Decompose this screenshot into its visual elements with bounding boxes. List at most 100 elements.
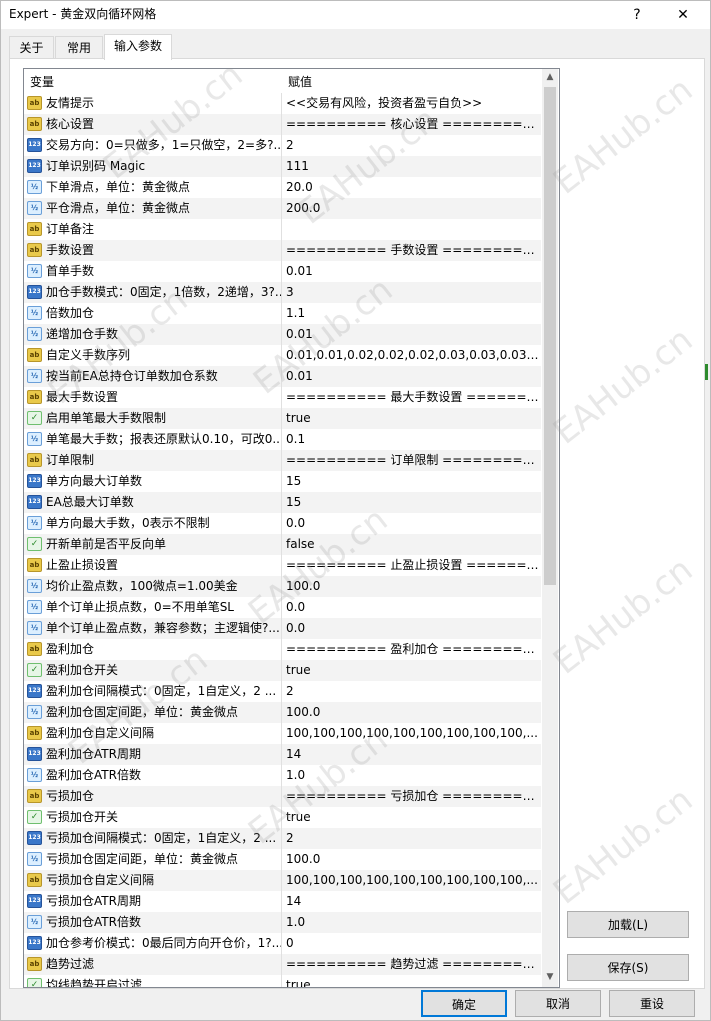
- table-row[interactable]: 123 加仓手数模式：0固定，1倍数，2递增，3?.. 3: [24, 282, 541, 303]
- table-row[interactable]: ✓ 亏损加仓开关 true: [24, 807, 541, 828]
- table-row[interactable]: ½ 盈利加仓ATR倍数 1.0: [24, 765, 541, 786]
- value-cell[interactable]: 0.0: [286, 513, 539, 534]
- cancel-button[interactable]: 取消: [515, 990, 601, 1017]
- value-cell[interactable]: true: [286, 807, 539, 828]
- tab-about[interactable]: 关于: [9, 36, 54, 59]
- load-button[interactable]: 加载(L): [567, 911, 689, 938]
- value-cell[interactable]: 111: [286, 156, 539, 177]
- value-cell[interactable]: 0.01: [286, 261, 539, 282]
- value-cell[interactable]: ========== 亏损加仓 ==========: [286, 786, 539, 807]
- value-cell[interactable]: 14: [286, 744, 539, 765]
- scroll-down-icon[interactable]: ▼: [542, 969, 558, 986]
- table-row[interactable]: 123 亏损加仓间隔模式：0固定，1自定义，2 ... 2: [24, 828, 541, 849]
- value-cell[interactable]: 1.1: [286, 303, 539, 324]
- value-cell[interactable]: 2: [286, 681, 539, 702]
- table-row[interactable]: ½ 盈利加仓固定间距，单位：黄金微点 100.0: [24, 702, 541, 723]
- close-button[interactable]: ✕: [663, 1, 703, 29]
- table-row[interactable]: 123 订单识别码 Magic 111: [24, 156, 541, 177]
- table-row[interactable]: ½ 亏损加仓固定间距，单位：黄金微点 100.0: [24, 849, 541, 870]
- value-cell[interactable]: 200.0: [286, 198, 539, 219]
- table-row[interactable]: ½ 倍数加仓 1.1: [24, 303, 541, 324]
- table-row[interactable]: ½ 单方向最大手数，0表示不限制 0.0: [24, 513, 541, 534]
- value-cell[interactable]: true: [286, 660, 539, 681]
- vertical-scrollbar[interactable]: ▲ ▼: [542, 69, 558, 987]
- value-cell[interactable]: ========== 订单限制 ==========: [286, 450, 539, 471]
- value-cell[interactable]: 100,100,100,100,100,100,100,100,100,...: [286, 723, 539, 744]
- value-cell[interactable]: 2: [286, 135, 539, 156]
- table-row[interactable]: ✓ 开新单前是否平反向单 false: [24, 534, 541, 555]
- value-cell[interactable]: 1.0: [286, 912, 539, 933]
- table-row[interactable]: ab 自定义手数序列 0.01,0.01,0.02,0.02,0.02,0.03,0…: [24, 345, 541, 366]
- table-row[interactable]: ab 订单限制 ========== 订单限制 ==========: [24, 450, 541, 471]
- table-row[interactable]: 123 EA总最大订单数 15: [24, 492, 541, 513]
- value-cell[interactable]: 14: [286, 891, 539, 912]
- table-row[interactable]: ab 盈利加仓 ========== 盈利加仓 ==========: [24, 639, 541, 660]
- tab-common[interactable]: 常用: [55, 36, 103, 59]
- value-cell[interactable]: 100.0: [286, 576, 539, 597]
- value-cell[interactable]: [286, 219, 539, 240]
- table-row[interactable]: ab 最大手数设置 ========== 最大手数设置 =======...: [24, 387, 541, 408]
- value-cell[interactable]: ========== 盈利加仓 ==========: [286, 639, 539, 660]
- value-cell[interactable]: 0.0: [286, 597, 539, 618]
- ok-button[interactable]: 确定: [421, 990, 507, 1017]
- table-row[interactable]: ab 亏损加仓自定义间隔 100,100,100,100,100,100,100,1…: [24, 870, 541, 891]
- value-cell[interactable]: 100,100,100,100,100,100,100,100,100,...: [286, 870, 539, 891]
- table-row[interactable]: ab 友情提示 <<交易有风险，投资者盈亏自负>>: [24, 93, 541, 114]
- table-row[interactable]: ab 盈利加仓自定义间隔 100,100,100,100,100,100,100,1…: [24, 723, 541, 744]
- table-row[interactable]: ab 亏损加仓 ========== 亏损加仓 ==========: [24, 786, 541, 807]
- value-cell[interactable]: 0.1: [286, 429, 539, 450]
- value-cell[interactable]: 1.0: [286, 765, 539, 786]
- header-value[interactable]: 赋值: [288, 73, 312, 90]
- table-row[interactable]: ✓ 盈利加仓开关 true: [24, 660, 541, 681]
- value-cell[interactable]: 0.01: [286, 366, 539, 387]
- value-cell[interactable]: 100.0: [286, 702, 539, 723]
- table-row[interactable]: ½ 单个订单止损点数，0=不用单笔SL 0.0: [24, 597, 541, 618]
- value-cell[interactable]: ========== 趋势过滤 ==========: [286, 954, 539, 975]
- value-cell[interactable]: 15: [286, 471, 539, 492]
- table-row[interactable]: ab 趋势过滤 ========== 趋势过滤 ==========: [24, 954, 541, 975]
- table-row[interactable]: ab 手数设置 ========== 手数设置 ==========: [24, 240, 541, 261]
- value-cell[interactable]: 0: [286, 933, 539, 954]
- header-variable[interactable]: 变量: [30, 73, 54, 90]
- scroll-up-icon[interactable]: ▲: [542, 69, 558, 86]
- save-button[interactable]: 保存(S): [567, 954, 689, 981]
- scroll-thumb[interactable]: [544, 87, 556, 585]
- value-cell[interactable]: 3: [286, 282, 539, 303]
- value-cell[interactable]: 0.0: [286, 618, 539, 639]
- table-row[interactable]: ab 订单备注: [24, 219, 541, 240]
- value-cell[interactable]: ========== 最大手数设置 =======...: [286, 387, 539, 408]
- table-row[interactable]: ½ 首单手数 0.01: [24, 261, 541, 282]
- value-cell[interactable]: ========== 止盈止损设置 =======...: [286, 555, 539, 576]
- value-cell[interactable]: 2: [286, 828, 539, 849]
- value-cell[interactable]: 0.01: [286, 324, 539, 345]
- value-cell[interactable]: ========== 手数设置 ==========: [286, 240, 539, 261]
- table-row[interactable]: ½ 单个订单止盈点数，兼容参数；主逻辑使?... 0.0: [24, 618, 541, 639]
- help-button[interactable]: ?: [617, 1, 657, 29]
- table-row[interactable]: ab 止盈止损设置 ========== 止盈止损设置 =======...: [24, 555, 541, 576]
- table-row[interactable]: 123 加仓参考价模式：0最后同方向开仓价，1?... 0: [24, 933, 541, 954]
- value-cell[interactable]: 0.01,0.01,0.02,0.02,0.02,0.03,0.03,0.03,…: [286, 345, 539, 366]
- value-cell[interactable]: 15: [286, 492, 539, 513]
- table-row[interactable]: ½ 按当前EA总持仓订单数加仓系数 0.01: [24, 366, 541, 387]
- table-row[interactable]: ✓ 均线趋势开启过滤 true: [24, 975, 541, 987]
- table-row[interactable]: 123 盈利加仓间隔模式：0固定，1自定义，2 ... 2: [24, 681, 541, 702]
- value-cell[interactable]: <<交易有风险，投资者盈亏自负>>: [286, 93, 539, 114]
- table-row[interactable]: ½ 递增加仓手数 0.01: [24, 324, 541, 345]
- value-cell[interactable]: false: [286, 534, 539, 555]
- value-cell[interactable]: true: [286, 408, 539, 429]
- value-cell[interactable]: true: [286, 975, 539, 987]
- value-cell[interactable]: 100.0: [286, 849, 539, 870]
- table-row[interactable]: ½ 亏损加仓ATR倍数 1.0: [24, 912, 541, 933]
- table-row[interactable]: 123 交易方向：0=只做多，1=只做空，2=多?.. 2: [24, 135, 541, 156]
- table-row[interactable]: ½ 下单滑点，单位：黄金微点 20.0: [24, 177, 541, 198]
- table-row[interactable]: ✓ 启用单笔最大手数限制 true: [24, 408, 541, 429]
- table-row[interactable]: ½ 平仓滑点，单位：黄金微点 200.0: [24, 198, 541, 219]
- tab-inputs[interactable]: 输入参数: [104, 34, 172, 60]
- table-row[interactable]: ab 核心设置 ========== 核心设置 ==========: [24, 114, 541, 135]
- value-cell[interactable]: 20.0: [286, 177, 539, 198]
- value-cell[interactable]: ========== 核心设置 ==========: [286, 114, 539, 135]
- table-row[interactable]: 123 盈利加仓ATR周期 14: [24, 744, 541, 765]
- table-row[interactable]: ½ 均价止盈点数，100微点=1.00美金 100.0: [24, 576, 541, 597]
- table-row[interactable]: ½ 单笔最大手数；报表还原默认0.10，可改0... 0.1: [24, 429, 541, 450]
- table-row[interactable]: 123 亏损加仓ATR周期 14: [24, 891, 541, 912]
